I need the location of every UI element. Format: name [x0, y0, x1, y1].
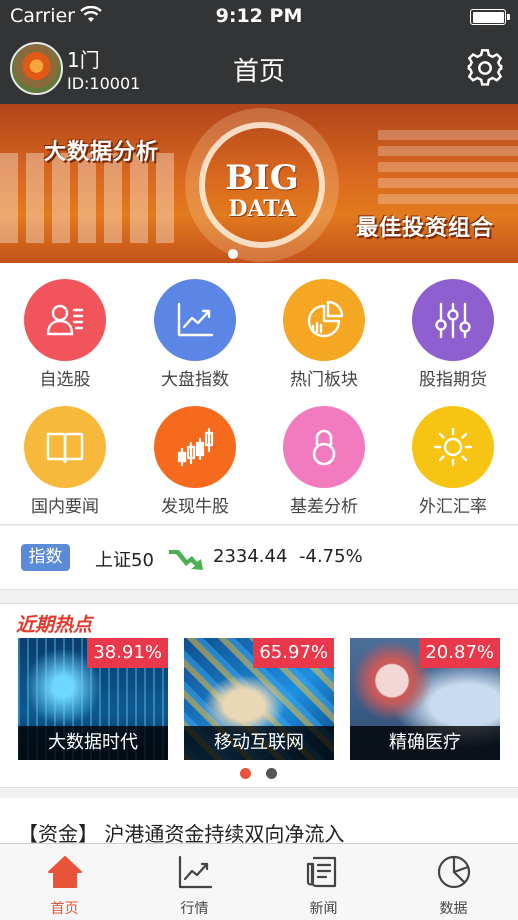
grid-circle — [283, 406, 365, 488]
grid-label: 发现牛股 — [161, 497, 229, 517]
promo-banner[interactable]: 大数据分析 BIG DATA 最佳投资组合 — [0, 104, 518, 263]
index-change: -4.75% — [299, 546, 363, 567]
banner-background-screens — [0, 153, 180, 243]
grid-item-watchlist[interactable]: 自选股 — [0, 263, 130, 393]
hot-card-precision-medicine[interactable]: 20.87% 精确医疗 — [350, 638, 500, 760]
tab-market[interactable]: 行情 — [130, 844, 259, 920]
hot-percent-badge: 20.87% — [419, 638, 500, 668]
grid-item-forex-rates[interactable]: 外汇汇率 — [388, 390, 518, 520]
tab-label: 行情 — [180, 901, 209, 917]
market-chart-icon — [178, 855, 213, 889]
lock-icon — [312, 429, 336, 466]
grid-label: 国内要闻 — [31, 497, 99, 517]
big-data-line2: DATA — [228, 196, 296, 222]
clock: 9:12 PM — [215, 5, 303, 27]
grid-circle — [283, 279, 365, 361]
pie-chart-icon — [307, 300, 344, 338]
gear-icon[interactable] — [466, 49, 504, 87]
index-value: 2334.44 — [213, 546, 288, 567]
battery-icon — [470, 9, 510, 25]
banner-background-screens — [378, 124, 518, 204]
trend-chart-icon — [177, 302, 214, 337]
hot-card-label: 移动互联网 — [184, 726, 334, 760]
news-headline: 【资金】 沪港通资金持续双向净流入 — [18, 822, 345, 843]
sliders-icon — [435, 302, 471, 339]
index-badge: 指数 — [21, 544, 70, 571]
news-ticker[interactable]: 【资金】 沪港通资金持续双向净流入 — [0, 798, 518, 843]
pie-data-icon — [437, 855, 471, 889]
grid-circle — [154, 279, 236, 361]
grid-circle — [24, 406, 106, 488]
section-title: 近期热点 — [16, 614, 93, 636]
nav-bar: 1门 ID:10001 首页 — [0, 34, 518, 104]
big-data-line1: BIG — [225, 158, 299, 198]
tab-label: 数据 — [439, 901, 468, 917]
grid-circle — [412, 279, 494, 361]
tab-data[interactable]: 数据 — [389, 844, 518, 920]
hot-topics-section: 近期热点 38.91% 大数据时代 65.97% 移动互联网 20.87% 精确… — [0, 603, 518, 788]
carousel-dot-active[interactable] — [240, 768, 251, 779]
news-icon — [306, 856, 337, 888]
carousel-dot[interactable] — [266, 768, 277, 779]
hot-percent-badge: 65.97% — [253, 638, 334, 668]
grid-item-index-futures[interactable]: 股指期货 — [388, 263, 518, 393]
tab-news[interactable]: 新闻 — [259, 844, 388, 920]
grid-item-market-index[interactable]: 大盘指数 — [130, 263, 260, 393]
grid-label: 股指期货 — [419, 370, 487, 390]
candlestick-icon — [177, 427, 214, 467]
sun-icon — [433, 427, 473, 467]
book-icon — [46, 432, 84, 464]
grid-item-hot-sectors[interactable]: 热门板块 — [259, 263, 389, 393]
trend-down-arrow-icon — [169, 550, 203, 570]
hot-card-big-data[interactable]: 38.91% 大数据时代 — [18, 638, 168, 760]
home-icon — [48, 856, 82, 888]
tab-home[interactable]: 首页 — [0, 844, 129, 920]
banner-right-text: 最佳投资组合 — [355, 216, 494, 241]
grid-label: 大盘指数 — [161, 370, 229, 390]
tab-bar: 首页 行情 新闻 数据 — [0, 843, 518, 920]
banner-page-indicator[interactable] — [228, 249, 238, 259]
grid-label: 自选股 — [39, 370, 91, 390]
grid-label: 基差分析 — [290, 497, 358, 517]
hot-percent-badge: 38.91% — [87, 638, 168, 668]
grid-item-find-bull-stocks[interactable]: 发现牛股 — [130, 390, 260, 520]
status-bar: Carrier 9:12 PM — [0, 0, 518, 34]
hot-card-label: 精确医疗 — [350, 726, 500, 760]
hot-card-label: 大数据时代 — [18, 726, 168, 760]
grid-circle — [412, 406, 494, 488]
grid-label: 外汇汇率 — [419, 497, 487, 517]
page-title: 首页 — [232, 57, 285, 87]
grid-label: 热门板块 — [290, 370, 358, 390]
grid-circle — [24, 279, 106, 361]
feature-grid: 自选股 大盘指数 热门板块 股指期货 国内要闻 发现牛股 基差分析 外汇汇率 — [0, 263, 518, 525]
grid-circle — [154, 406, 236, 488]
grid-item-basis-analysis[interactable]: 基差分析 — [259, 390, 389, 520]
grid-item-domestic-news[interactable]: 国内要闻 — [0, 390, 130, 520]
index-ticker[interactable]: 指数 上证50 2334.44 -4.75% — [0, 526, 518, 590]
user-list-icon — [46, 304, 84, 336]
hot-card-mobile-internet[interactable]: 65.97% 移动互联网 — [184, 638, 334, 760]
tab-label: 新闻 — [309, 901, 338, 917]
tab-label: 首页 — [50, 901, 79, 917]
banner-left-text: 大数据分析 — [44, 140, 160, 165]
index-name: 上证50 — [95, 550, 154, 571]
